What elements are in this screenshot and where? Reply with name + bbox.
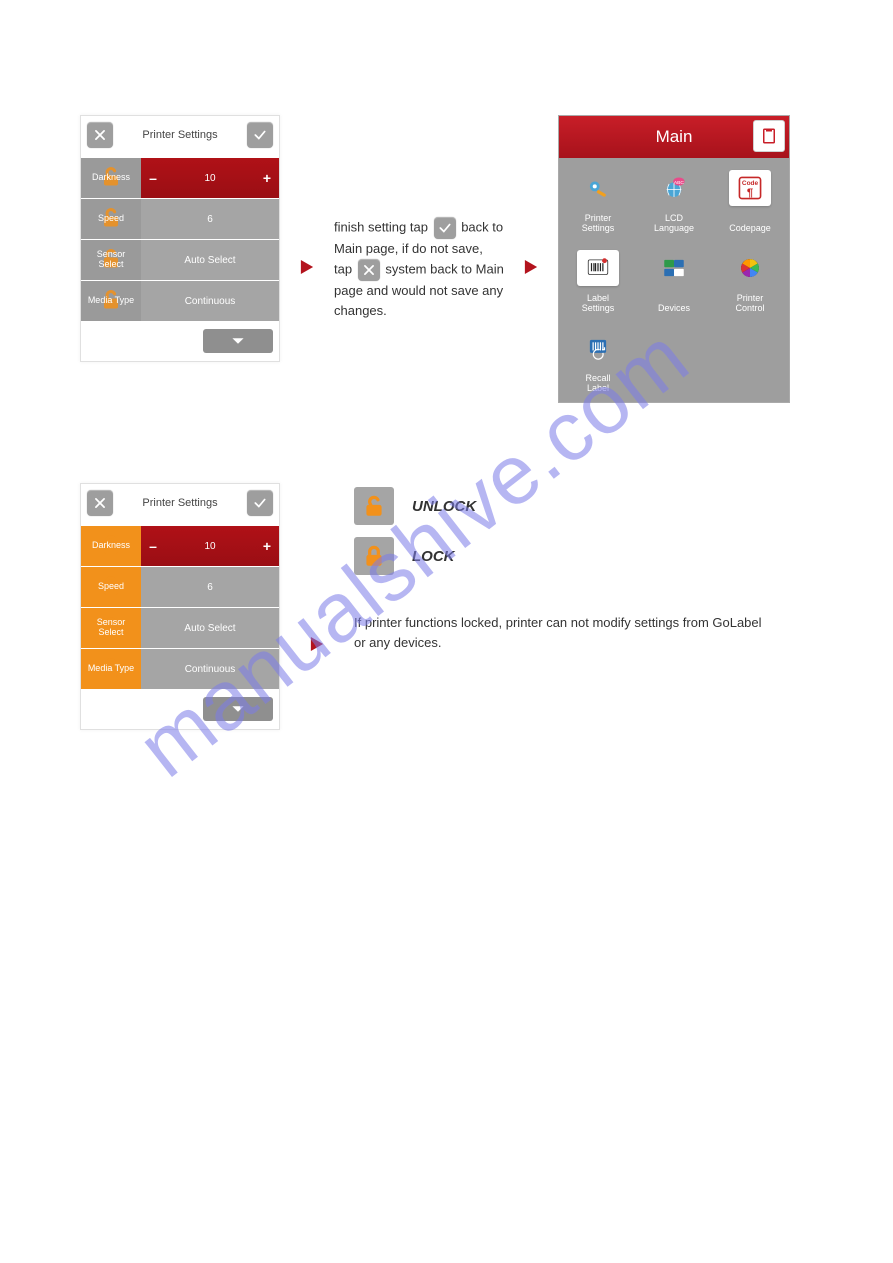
- close-icon[interactable]: [87, 122, 113, 148]
- tile-label: RecallLabel: [585, 374, 610, 394]
- setting-row[interactable]: Sensor SelectAuto Select: [81, 240, 279, 280]
- main-tile-empty: [713, 320, 787, 398]
- main-tile-lcd-language[interactable]: ABC LCDLanguage: [637, 160, 711, 238]
- main-tile-label-settings[interactable]: LabelSettings: [561, 240, 635, 318]
- setting-row[interactable]: Sensor SelectAuto Select: [81, 608, 279, 648]
- arrow-right-icon: [300, 259, 314, 280]
- main-tile-devices[interactable]: Devices: [637, 240, 711, 318]
- scroll-down-button[interactable]: [203, 329, 273, 353]
- panel-b-title: Printer Settings: [113, 497, 247, 509]
- main-menu-panel: Main PrinterSettingsABCLCDLanguageCode¶C…: [558, 115, 790, 403]
- tile-label: PrinterControl: [735, 294, 764, 314]
- setting-row[interactable]: Media TypeContinuous: [81, 281, 279, 321]
- setting-label[interactable]: Sensor Select: [81, 240, 141, 280]
- setting-label[interactable]: Media Type: [81, 649, 141, 689]
- code-pilcrow-icon: Code¶: [729, 170, 771, 206]
- lock-note: If printer functions locked, printer can…: [354, 613, 774, 653]
- check-icon: [434, 217, 456, 239]
- instruction-text: finish setting tap back to Main page, if…: [334, 217, 504, 321]
- tile-label: LabelSettings: [582, 294, 615, 314]
- svg-text:ABC: ABC: [674, 180, 684, 186]
- main-tile-recall-label[interactable]: RecallLabel: [561, 320, 635, 398]
- devices-icon: [653, 250, 695, 286]
- unlock-label: UNLOCK: [412, 498, 476, 515]
- panel-a-title: Printer Settings: [113, 129, 247, 141]
- setting-row[interactable]: Speed6: [81, 199, 279, 239]
- main-tile-printer-settings[interactable]: PrinterSettings: [561, 160, 635, 238]
- setting-label[interactable]: Speed: [81, 567, 141, 607]
- printer-status-icon[interactable]: [753, 120, 785, 152]
- scroll-down-button[interactable]: [203, 697, 273, 721]
- tile-label: Codepage: [729, 224, 771, 234]
- setting-label[interactable]: Speed: [81, 199, 141, 239]
- setting-row[interactable]: Speed6: [81, 567, 279, 607]
- setting-label[interactable]: Darkness: [81, 526, 141, 566]
- setting-label[interactable]: Media Type: [81, 281, 141, 321]
- printer-settings-panel-a: Printer Settings Darkness–10+ Speed6 Sen…: [80, 115, 280, 362]
- setting-value[interactable]: –10+: [141, 158, 279, 198]
- setting-row[interactable]: Darkness–10+: [81, 158, 279, 198]
- setting-value[interactable]: 6: [141, 199, 279, 239]
- arrow-right-icon: [310, 636, 324, 657]
- barcode-icon: [577, 250, 619, 286]
- confirm-icon[interactable]: [247, 122, 273, 148]
- svg-text:¶: ¶: [747, 187, 753, 199]
- setting-row[interactable]: Darkness–10+: [81, 526, 279, 566]
- main-tile-codepage[interactable]: Code¶ Codepage: [713, 160, 787, 238]
- setting-value[interactable]: Continuous: [141, 649, 279, 689]
- tile-label: PrinterSettings: [582, 214, 615, 234]
- close-icon: [358, 259, 380, 281]
- setting-value[interactable]: Auto Select: [141, 240, 279, 280]
- minus-button[interactable]: –: [141, 158, 165, 198]
- setting-value[interactable]: Continuous: [141, 281, 279, 321]
- tile-label: LCDLanguage: [654, 214, 694, 234]
- minus-button[interactable]: –: [141, 526, 165, 566]
- tile-label: Devices: [658, 304, 690, 314]
- main-tile-printer-control[interactable]: PrinterControl: [713, 240, 787, 318]
- svg-text:Code: Code: [742, 180, 759, 187]
- gear-wrench-icon: [577, 170, 619, 206]
- unlock-icon: [354, 487, 394, 525]
- main-tile-empty: [637, 320, 711, 398]
- close-icon[interactable]: [87, 490, 113, 516]
- setting-label[interactable]: Darkness: [81, 158, 141, 198]
- confirm-icon[interactable]: [247, 490, 273, 516]
- arrow-right-icon: [524, 259, 538, 280]
- globe-abc-icon: ABC: [653, 170, 695, 206]
- setting-value[interactable]: –10+: [141, 526, 279, 566]
- color-wheel-icon: [729, 250, 771, 286]
- setting-row[interactable]: Media TypeContinuous: [81, 649, 279, 689]
- setting-value[interactable]: 6: [141, 567, 279, 607]
- plus-button[interactable]: +: [255, 526, 279, 566]
- setting-value[interactable]: Auto Select: [141, 608, 279, 648]
- plus-button[interactable]: +: [255, 158, 279, 198]
- printer-settings-panel-b: Printer Settings Darkness–10+ Speed6 Sen…: [80, 483, 280, 730]
- lock-icon: [354, 537, 394, 575]
- lock-label: LOCK: [412, 548, 455, 565]
- lock-legend: UNLOCK LOCK If printer functions locked,…: [354, 483, 774, 653]
- recall-label-icon: [577, 330, 619, 366]
- setting-label[interactable]: Sensor Select: [81, 608, 141, 648]
